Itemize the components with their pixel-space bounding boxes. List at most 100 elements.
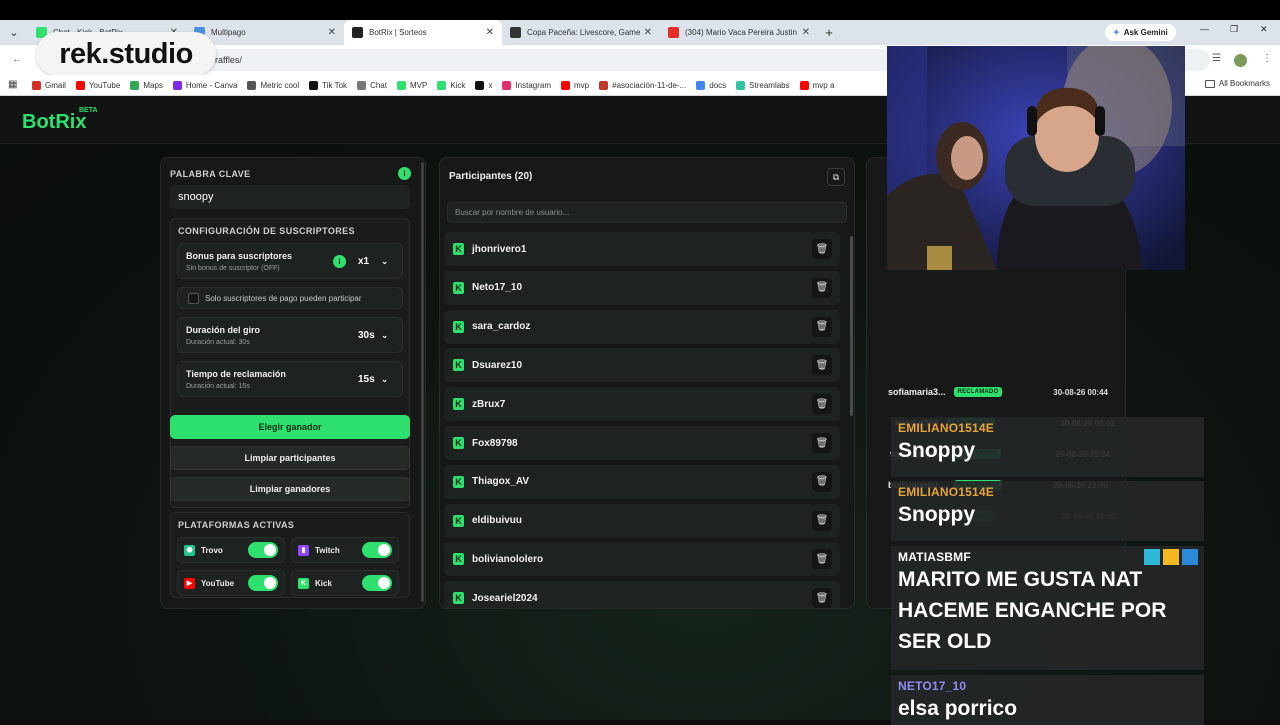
platform-twitch: ▮ Twitch <box>291 537 399 563</box>
chevron-down-icon: ⌄ <box>381 330 388 340</box>
paid-only-checkbox[interactable] <box>188 293 199 304</box>
delete-icon[interactable]: 🗑 <box>812 277 832 298</box>
bonus-select[interactable]: x1 ⌄ <box>352 250 394 272</box>
close-window-icon[interactable]: ✕ <box>1260 24 1268 35</box>
maximize-icon[interactable]: ❐ <box>1230 24 1238 35</box>
chat-username: NETO17_10 <box>898 679 967 693</box>
tab-search-icon[interactable]: ⌄ <box>0 20 28 45</box>
new-tab-icon[interactable]: + <box>818 20 840 45</box>
participant-row: Kbolivianololero 🗑 <box>444 542 840 577</box>
delete-icon[interactable]: 🗑 <box>812 394 832 415</box>
bookmark-item[interactable]: Instagram <box>502 80 552 90</box>
extensions-icon[interactable]: ☰ <box>1212 53 1221 64</box>
participant-name: jhonrivero1 <box>472 243 527 255</box>
bookmark-item[interactable]: Metric cool <box>247 80 300 90</box>
browser-tab[interactable]: Copa Paceña: Livescore, Games ✕ <box>502 20 660 45</box>
participants-scrollbar[interactable] <box>850 236 853 416</box>
ask-gemini-button[interactable]: ✦ Ask Gemini <box>1105 24 1176 41</box>
delete-icon[interactable]: 🗑 <box>812 588 832 608</box>
profile-avatar[interactable] <box>1234 54 1247 67</box>
platform-toggle[interactable] <box>362 542 392 558</box>
bookmark-item[interactable]: MVP <box>396 80 427 90</box>
bookmark-item[interactable]: mvp a <box>799 80 834 90</box>
platform-label: Twitch <box>315 545 340 555</box>
bookmark-label: Chat <box>370 80 387 90</box>
webcam-image <box>887 46 1185 270</box>
chat-username: EMILIANO1514E <box>898 485 994 499</box>
participant-row: K Thiagox_AV 🗑 <box>444 464 840 499</box>
bookmark-item[interactable]: #asociación-11-de-... <box>599 80 686 90</box>
spin-duration-select[interactable]: 30s ⌄ <box>352 324 394 346</box>
participant-name: zBrux7 <box>472 398 506 410</box>
botrix-logo[interactable]: BotRix BETA <box>22 107 98 134</box>
bookmark-item[interactable]: Gmail <box>32 80 66 90</box>
bookmark-favicon-icon <box>475 80 485 90</box>
spin-duration-row: Duración del giro Duración actual: 30s 3… <box>177 317 403 353</box>
bookmark-label: Home - Canva <box>185 80 238 90</box>
sub-bonus-label: Bonus para suscriptores <box>186 251 293 261</box>
participant-row: Keldibuivuu 🗑 <box>444 503 840 538</box>
delete-icon[interactable]: 🗑 <box>812 510 832 531</box>
minimize-icon[interactable]: — <box>1200 24 1209 34</box>
tab-label: Copa Paceña: Livescore, Games <box>527 28 640 37</box>
browser-tab[interactable]: (304) Mario Vaca Pereira Justin ✕ <box>660 20 818 45</box>
clear-participants-button[interactable]: Limpiar participantes <box>170 446 410 470</box>
delete-icon[interactable]: 🗑 <box>812 471 832 492</box>
participant-row: KzBrux7 🗑 <box>444 387 840 422</box>
bookmark-label: Maps <box>143 80 163 90</box>
settings-scrollbar[interactable] <box>421 162 424 602</box>
bookmark-item[interactable]: Maps <box>130 80 163 90</box>
clear-winners-button[interactable]: Limpiar ganadores <box>170 477 410 501</box>
menu-icon[interactable]: ⋮ <box>1262 53 1272 64</box>
participant-search-input[interactable]: Buscar por nombre de usuario... <box>447 202 847 223</box>
keyword-info-icon[interactable]: i <box>398 167 411 180</box>
participant-name: eldibuivuu <box>472 515 522 527</box>
delete-icon[interactable]: 🗑 <box>812 549 832 570</box>
participant-row: K Fox89798 🗑 <box>444 426 840 460</box>
paid-only-row[interactable]: Solo suscriptores de pago pueden partici… <box>177 287 403 309</box>
close-tab-icon[interactable]: ✕ <box>328 27 336 38</box>
copy-icon[interactable]: ⧉ <box>827 168 845 186</box>
participant-name: Joseariel2024 <box>472 592 538 604</box>
winner-row: sofiamaria3... RECLAMADO 30-08-26 00:44 <box>888 380 1108 404</box>
tab-label: (304) Mario Vaca Pereira Justin <box>685 28 797 37</box>
bookmark-item[interactable]: mvp <box>561 80 589 90</box>
all-bookmarks-button[interactable]: All Bookmarks <box>1204 79 1270 88</box>
bookmark-item[interactable]: Kick <box>437 80 465 90</box>
bookmark-label: Tik Tok <box>322 80 348 90</box>
delete-icon[interactable]: 🗑 <box>812 316 832 337</box>
platform-kick: K Kick <box>291 570 399 596</box>
platform-toggle[interactable] <box>362 575 392 591</box>
bookmark-item[interactable]: Home - Canva <box>172 80 238 90</box>
close-tab-icon[interactable]: ✕ <box>644 27 652 38</box>
pick-winner-button[interactable]: Elegir ganador <box>170 415 410 439</box>
spin-duration-value: 30s <box>358 329 375 341</box>
bonus-info-icon[interactable]: i <box>333 255 346 268</box>
keyword-input[interactable]: snoopy <box>170 185 410 209</box>
bookmark-item[interactable]: Streamlabs <box>736 80 790 90</box>
apps-grid-icon[interactable]: ▦ <box>8 79 20 91</box>
bookmark-label: Metric cool <box>260 80 300 90</box>
browser-tab[interactable]: BotRix | Sorteos ✕ <box>344 20 502 45</box>
close-tab-icon[interactable]: ✕ <box>486 27 494 38</box>
twitch-icon: ▮ <box>298 544 309 556</box>
delete-icon[interactable]: 🗑 <box>812 355 832 376</box>
delete-icon[interactable]: 🗑 <box>812 239 832 259</box>
close-tab-icon[interactable]: ✕ <box>802 27 810 38</box>
back-icon[interactable]: ← <box>12 54 22 65</box>
bookmark-item[interactable]: x <box>475 80 492 90</box>
platform-toggle[interactable] <box>248 575 278 591</box>
bookmark-item[interactable]: Chat <box>357 80 387 90</box>
bookmark-item[interactable]: docs <box>696 80 726 90</box>
delete-icon[interactable]: 🗑 <box>812 433 832 453</box>
platform-toggle[interactable] <box>248 542 278 558</box>
bookmark-item[interactable]: YouTube <box>75 80 120 90</box>
bookmark-label: Instagram <box>515 80 552 90</box>
kick-icon: K <box>298 577 309 589</box>
claim-time-select[interactable]: 15s ⌄ <box>352 368 394 390</box>
platform-trovo: ⬣ Trovo <box>177 537 285 563</box>
participant-row: Kjhonrivero1 🗑 <box>444 232 840 266</box>
bookmark-item[interactable]: Tik Tok <box>309 80 348 90</box>
bookmark-favicon-icon <box>75 80 85 90</box>
claim-time-sublabel: Duración actual: 15s <box>186 383 250 390</box>
